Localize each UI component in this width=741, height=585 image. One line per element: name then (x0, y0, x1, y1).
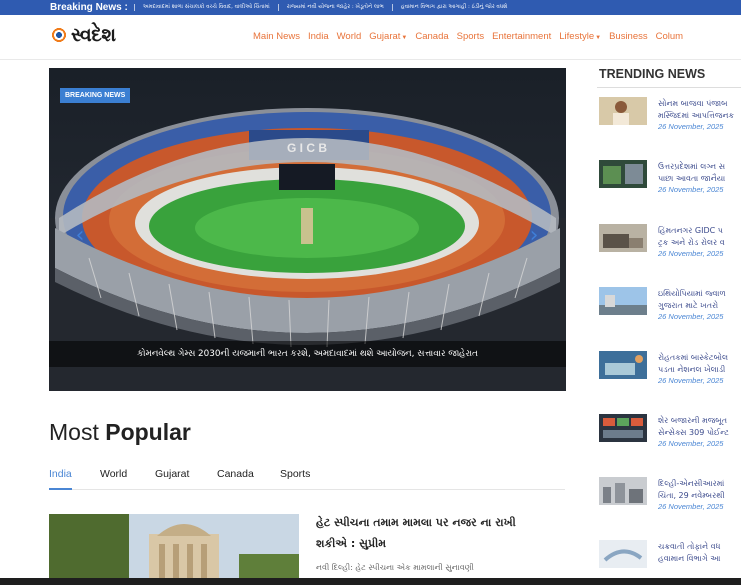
trending-thumbnail (599, 287, 647, 315)
trending-item-title: ઇથિયોપિયામાં જ્વાળ ગુજરાત માટે ખતરો (658, 289, 726, 310)
trending-item-title: હિંમતનગર GIDC પ ટ્રક અને રોડ રોલર વ (658, 226, 725, 247)
site-logo[interactable]: સ્વદેશ (50, 24, 116, 46)
trending-item[interactable]: ઇથિયોપિયામાં જ્વાળ ગુજરાત માટે ખતરો 26 No… (599, 287, 741, 345)
trending-item[interactable]: દિલ્હી-એનસીઆરમાં ચિંતા, 29 નવેમ્બરથી 26 N… (599, 477, 741, 535)
chevron-right-icon[interactable]: › (527, 224, 541, 248)
popular-article-title[interactable]: હેટ સ્પીચના તમામ મામલા પર નજર ના રાખી શકી… (316, 512, 566, 554)
trending-thumbnail (599, 351, 647, 379)
hero-caption[interactable]: કોમનવેલ્થ ગેમ્સ 2030ની યજમાની ભારત કરશે,… (49, 341, 566, 367)
logo-text: સ્વદેશ (71, 24, 116, 46)
trending-thumbnail (599, 540, 647, 568)
nav-item-columns[interactable]: Colum (656, 31, 683, 42)
nav-item-main-news[interactable]: Main News (253, 31, 300, 42)
trending-item-title: રોહતકમાં બાસ્કેટબોલ પડતા નેશનલ ખેલાડી (658, 353, 729, 374)
nav-item-india[interactable]: India (308, 31, 329, 42)
tab-world[interactable]: World (100, 468, 127, 490)
trending-item-title: દિલ્હી-એનસીઆરમાં ચિંતા, 29 નવેમ્બરથી (658, 479, 725, 500)
tab-sports[interactable]: Sports (280, 468, 310, 490)
most-popular-tabs: India World Gujarat Canada Sports (49, 468, 565, 490)
tab-canada[interactable]: Canada (217, 468, 254, 490)
popular-article-image[interactable] (49, 514, 299, 578)
trending-item[interactable]: રોહતકમાં બાસ્કેટબોલ પડતા નેશનલ ખેલાડી 26 … (599, 351, 741, 409)
ticker-item[interactable]: રાજ્યમાં નવી યોજના જાહેર : ખેડૂતોને લાભ (277, 4, 392, 11)
chevron-down-icon: ▼ (595, 34, 602, 41)
trending-divider (597, 87, 741, 88)
nav-item-label: Gujarat (369, 30, 401, 42)
breaking-news-label: Breaking News : (50, 2, 128, 13)
trending-thumbnail (599, 477, 647, 505)
trending-item-date: 26 November, 2025 (658, 376, 724, 385)
trending-thumbnail (599, 160, 647, 188)
trending-item[interactable]: ઉત્તરપ્રદેશમાં લગ્ન સ પાછા આવતા જાનૈયા 26… (599, 160, 741, 218)
site-header: સ્વદેશ Main News India World Gujarat▼ Ca… (0, 15, 741, 60)
popular-article-excerpt: નવી દિલ્હી: હેટ સ્પીચના એક મામલાની સુનાવ… (316, 563, 474, 572)
most-popular-heading: Most Popular (49, 419, 191, 445)
stadium-sign-text: G I C B (287, 141, 327, 155)
breaking-news-badge: BREAKING NEWS (60, 88, 131, 103)
trending-item-title: શેર બજારની મજબૂત સેન્સેક્સ 309 પોઈન્ટ (658, 416, 729, 437)
nav-item-label: Lifestyle (559, 30, 595, 42)
trending-item-title: ઉત્તરપ્રદેશમાં લગ્ન સ પાછા આવતા જાનૈયા (658, 162, 726, 183)
nav-item-business[interactable]: Business (609, 31, 648, 42)
trending-item[interactable]: સોનમ બાજવા પંજાબ મસ્જિદમાં આપત્તિજનક 26 N… (599, 97, 741, 155)
main-nav: Main News India World Gujarat▼ Canada Sp… (253, 15, 691, 57)
tab-india[interactable]: India (49, 468, 72, 490)
trending-thumbnail (599, 224, 647, 252)
logo-mark-icon (50, 26, 68, 44)
trending-item-title: સોનમ બાજવા પંજાબ મસ્જિદમાં આપત્તિજનક (658, 99, 735, 120)
ticker-item[interactable]: હવામાન વિભાગ દ્વારા આગાહી : ઠંડીનું જોર … (391, 4, 516, 11)
trending-item-date: 26 November, 2025 (658, 122, 724, 131)
trending-title: TRENDING NEWS (599, 67, 706, 81)
nav-item-canada[interactable]: Canada (415, 31, 448, 42)
nav-item-world[interactable]: World (337, 31, 362, 42)
trending-item-date: 26 November, 2025 (658, 502, 724, 511)
breaking-news-ticker: Breaking News : અમદાવાદમાં શાળા સંચાલકો … (0, 0, 741, 15)
trending-item-date: 26 November, 2025 (658, 439, 724, 448)
trending-item[interactable]: શેર બજારની મજબૂત સેન્સેક્સ 309 પોઈન્ટ 26 … (599, 414, 741, 472)
trending-thumbnail (599, 414, 647, 442)
nav-item-gujarat[interactable]: Gujarat▼ (369, 31, 407, 42)
chevron-left-icon[interactable]: ‹ (73, 224, 87, 248)
tab-gujarat[interactable]: Gujarat (155, 468, 189, 490)
trending-item[interactable]: ચક્રવાતી તોફાને વધ હવામાન વિભાગે આ (599, 540, 741, 578)
hero-slider[interactable]: G I C B BREAKING NEWS ‹ › કોમનવેલ્થ ગેમ્… (49, 68, 566, 391)
trending-item[interactable]: હિંમતનગર GIDC પ ટ્રક અને રોડ રોલર વ 26 No… (599, 224, 741, 282)
nav-item-lifestyle[interactable]: Lifestyle▼ (559, 31, 601, 42)
trending-thumbnail (599, 97, 647, 125)
page: Breaking News : અમદાવાદમાં શાળા સંચાલકો … (0, 0, 741, 578)
nav-item-sports[interactable]: Sports (457, 31, 484, 42)
trending-item-date: 26 November, 2025 (658, 312, 724, 321)
ticker-item[interactable]: અમદાવાદમાં શાળા સંચાલકો વચ્ચે વિવાદ, વાલ… (133, 4, 278, 11)
trending-item-title: ચક્રવાતી તોફાને વધ હવામાન વિભાગે આ (658, 542, 721, 563)
trending-item-date: 26 November, 2025 (658, 185, 724, 194)
chevron-down-icon: ▼ (401, 34, 408, 41)
trending-item-date: 26 November, 2025 (658, 249, 724, 258)
nav-item-entertainment[interactable]: Entertainment (492, 31, 551, 42)
